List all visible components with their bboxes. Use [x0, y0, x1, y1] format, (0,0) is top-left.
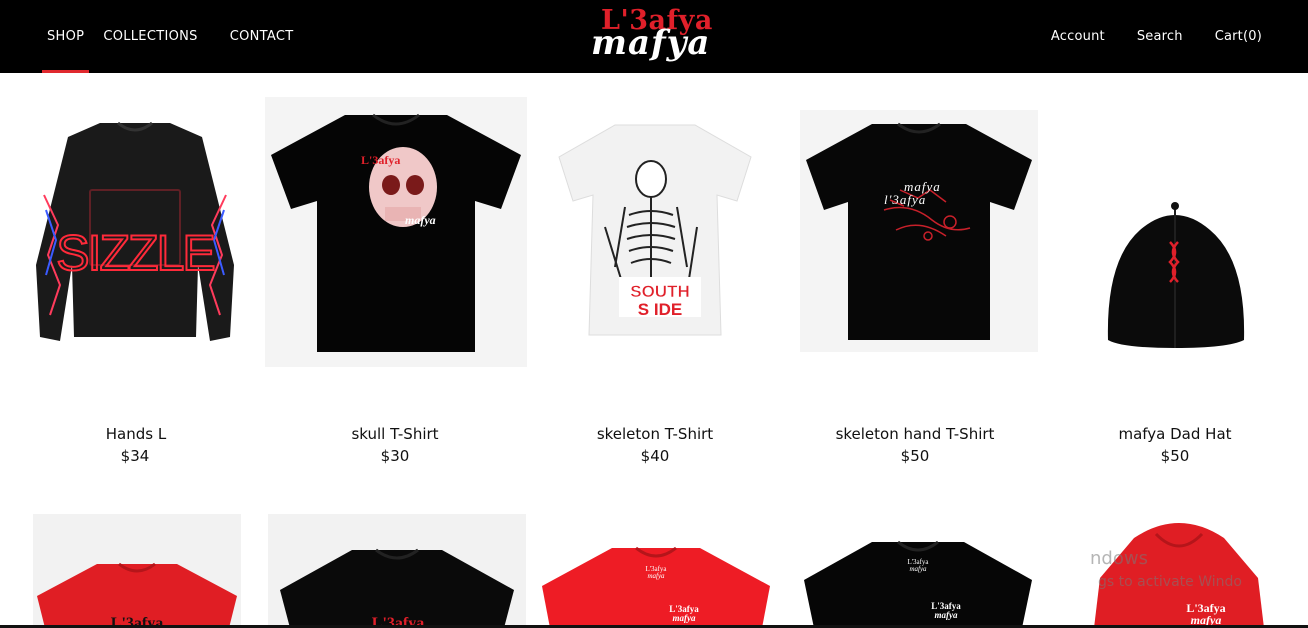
product-price: $40 — [640, 447, 670, 465]
nav-account[interactable]: Account — [1051, 29, 1105, 44]
nav-collections[interactable]: COLLECTIONS — [103, 0, 197, 73]
hoodie-icon: L'3afya mafya — [1094, 523, 1264, 628]
nav-cart[interactable]: Cart(0) — [1215, 29, 1262, 44]
svg-text:L'3afya: L'3afya — [361, 153, 400, 167]
product-price: $30 — [380, 447, 410, 465]
product-name[interactable]: skeleton hand T-Shirt — [785, 425, 1045, 443]
cap-icon — [1107, 202, 1245, 348]
svg-text:SIZZLE: SIZZLE — [56, 225, 214, 281]
product-image-row2-2[interactable]: L'3afya — [268, 514, 526, 628]
logo-line-2: mafya — [591, 23, 711, 63]
nav-contact[interactable]: CONTACT — [230, 0, 294, 73]
svg-text:mafya: mafya — [405, 213, 436, 227]
product-price: $34 — [120, 447, 150, 465]
nav-shop[interactable]: SHOP — [42, 0, 90, 73]
svg-text:l'3afya: l'3afya — [884, 192, 926, 207]
product-image-row2-3[interactable]: L'3afya mafya L'3afya mafya — [540, 514, 772, 628]
tshirt-icon: L'3afya — [37, 562, 237, 628]
tshirt-icon: L'3afya mafya L'3afya mafya — [804, 540, 1032, 628]
tshirt-icon: L'3afya mafya L'3afya mafya — [542, 546, 770, 628]
product-price: $50 — [900, 447, 930, 465]
svg-text:S IDE: S IDE — [638, 300, 682, 319]
product-image-row2-4[interactable]: L'3afya mafya L'3afya mafya — [800, 514, 1036, 628]
product-image-skeleton-tshirt[interactable]: SOUTH S IDE — [555, 117, 755, 342]
brand-logo[interactable]: L'3afya mafya — [590, 6, 725, 64]
svg-text:mafya: mafya — [909, 565, 927, 573]
product-name[interactable]: mafya Dad Hat — [1045, 425, 1305, 443]
site-header: SHOP COLLECTIONS CONTACT L'3afya mafya A… — [0, 0, 1308, 73]
product-image-skeleton-hand-tshirt[interactable]: mafya l'3afya — [800, 110, 1038, 352]
product-image-skull-tshirt[interactable]: L'3afya mafya — [265, 97, 527, 367]
svg-text:mafya: mafya — [673, 613, 696, 623]
primary-nav: SHOP COLLECTIONS CONTACT — [42, 0, 325, 73]
longsleeve-shirt-icon: SIZZLE — [36, 121, 234, 341]
product-name[interactable]: Hands L — [6, 425, 266, 443]
product-name[interactable]: skull T-Shirt — [265, 425, 525, 443]
product-image-hands-l[interactable]: SIZZLE — [30, 115, 240, 350]
windows-activation-watermark: ndows — [1090, 548, 1148, 569]
product-image-row2-5[interactable]: L'3afya mafya — [1094, 518, 1264, 628]
svg-text:mafya: mafya — [647, 572, 665, 580]
svg-text:SOUTH: SOUTH — [630, 282, 690, 301]
tshirt-icon: mafya l'3afya — [806, 122, 1032, 340]
tshirt-icon: L'3afya — [280, 548, 514, 628]
tshirt-icon: SOUTH S IDE — [558, 124, 752, 336]
svg-text:mafya: mafya — [935, 610, 958, 620]
product-image-row2-1[interactable]: L'3afya — [33, 514, 241, 628]
windows-activation-watermark-subtext: gs to activate Windo — [1098, 574, 1242, 590]
product-image-dad-hat[interactable] — [1100, 200, 1250, 350]
utility-nav: Account Search Cart(0) — [1019, 0, 1262, 73]
tshirt-icon: L'3afya mafya — [271, 113, 521, 352]
nav-search[interactable]: Search — [1137, 29, 1183, 44]
product-price: $50 — [1160, 447, 1190, 465]
product-name[interactable]: skeleton T-Shirt — [525, 425, 785, 443]
